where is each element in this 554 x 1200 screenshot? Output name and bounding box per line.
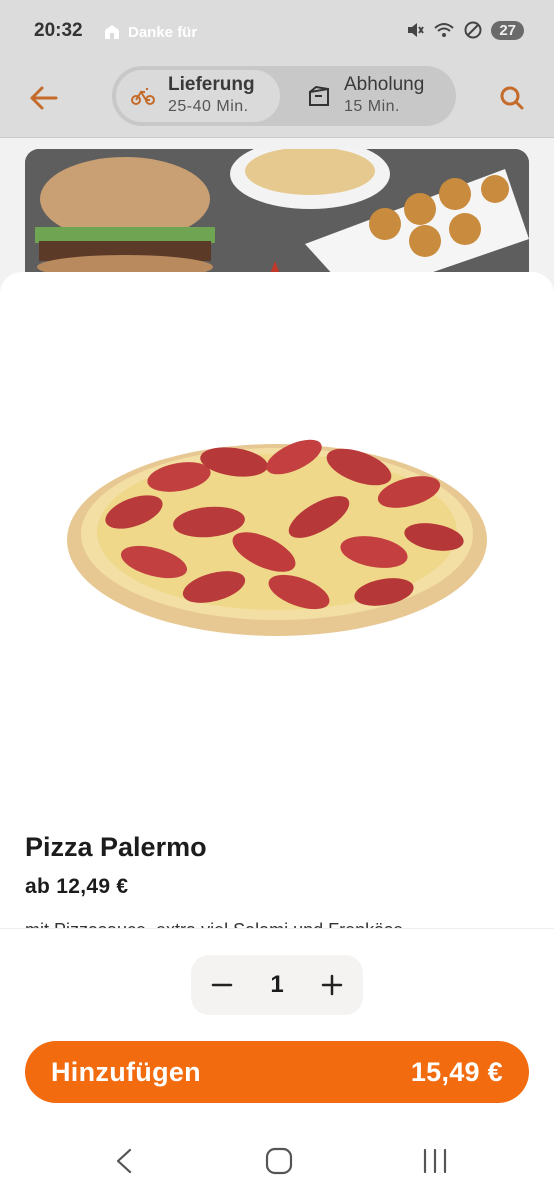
battery-indicator: 27 xyxy=(491,20,524,40)
quantity-value: 1 xyxy=(270,971,284,998)
nav-home-button[interactable] xyxy=(264,1146,294,1176)
nav-back-button[interactable] xyxy=(110,1146,140,1176)
delivery-time: 25-40 Min. xyxy=(168,98,249,115)
restaurant-icon xyxy=(105,25,119,39)
status-bar: 20:32 Danke für 27 xyxy=(0,0,554,62)
back-button[interactable] xyxy=(24,78,64,118)
bike-icon xyxy=(131,88,155,105)
pickup-option[interactable]: Abholung 15 Min. xyxy=(302,70,452,122)
product-price: ab 12,49 € xyxy=(25,875,129,898)
status-icons: 27 xyxy=(405,20,524,40)
delivery-title: Lieferung xyxy=(168,74,255,95)
search-icon xyxy=(500,86,524,110)
nav-recents-button[interactable] xyxy=(420,1146,450,1176)
add-button-label: Hinzufügen xyxy=(51,1056,201,1087)
system-nav-bar xyxy=(0,1120,554,1200)
quantity-stepper: 1 xyxy=(191,955,363,1015)
plus-icon xyxy=(321,974,343,996)
product-image xyxy=(64,422,490,652)
decrease-quantity-button[interactable] xyxy=(209,972,235,998)
nav-recents-icon xyxy=(423,1148,447,1174)
mute-icon xyxy=(408,23,425,37)
add-button-price: 15,49 € xyxy=(410,1056,503,1087)
search-button[interactable] xyxy=(492,78,532,118)
top-bar: Lieferung 25-40 Min. Abholung 15 Min. xyxy=(0,62,554,138)
increase-quantity-button[interactable] xyxy=(319,972,345,998)
product-name: Pizza Palermo xyxy=(25,832,207,862)
delivery-mode-toggle: Lieferung 25-40 Min. Abholung 15 Min. xyxy=(112,66,456,126)
bag-icon xyxy=(309,85,329,106)
add-to-cart-button[interactable]: Hinzufügen 15,49 € xyxy=(25,1041,529,1103)
arrow-left-icon xyxy=(30,86,58,110)
status-time: 20:32 xyxy=(34,20,83,41)
dnd-icon xyxy=(464,21,482,39)
wifi-icon xyxy=(434,23,454,37)
nav-back-icon xyxy=(116,1148,132,1174)
pickup-time: 15 Min. xyxy=(344,98,400,115)
nav-home-icon xyxy=(265,1147,293,1175)
delivery-option[interactable]: Lieferung 25-40 Min. xyxy=(116,70,280,122)
pickup-title: Abholung xyxy=(344,74,425,95)
minus-icon xyxy=(211,983,233,987)
notification-text: Danke für xyxy=(128,23,198,41)
product-description: mit Pizzasauce, extra viel Salami und Fr… xyxy=(25,920,403,928)
product-detail-sheet: Pizza Palermo ab 12,49 € mit Pizzasauce,… xyxy=(0,272,554,1200)
status-notification: Danke für xyxy=(102,22,197,42)
